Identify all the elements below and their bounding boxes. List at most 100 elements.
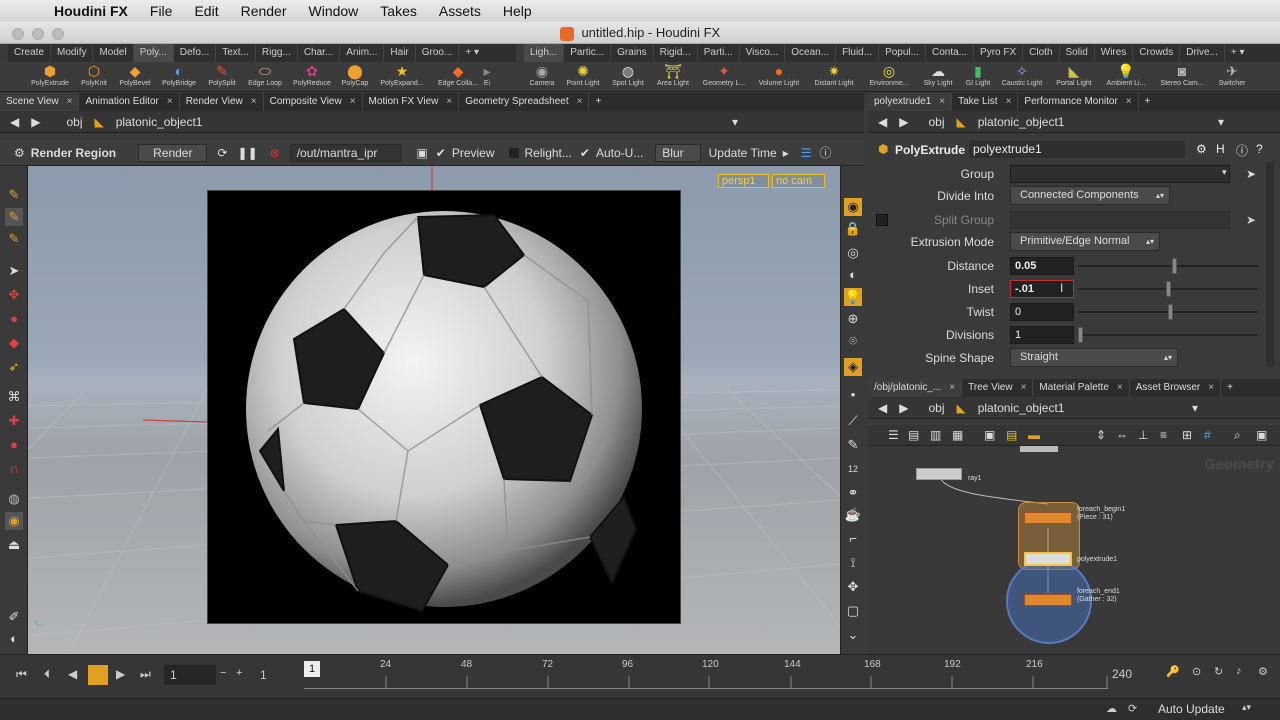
shelf-tab-drive[interactable]: Drive... [1180,44,1225,62]
frame-decrement-button[interactable]: − [220,667,226,679]
node-foreach-end[interactable]: foreach_end1 (Gather : 32) [1024,588,1120,606]
tab-render-view[interactable]: Render View × [180,93,264,111]
shelf-tab-cloth[interactable]: Cloth [1023,44,1060,62]
menu-render[interactable]: Render [241,3,287,19]
select-tool-icon[interactable]: ➤ [5,262,23,280]
tab-take-list[interactable]: Take List × [952,93,1019,111]
divisions-slider[interactable] [1078,327,1258,343]
close-window-button[interactable] [12,28,24,40]
tool-ambient-light[interactable]: 💡 Ambient Li... [1104,62,1148,92]
tool-gi-light[interactable]: ▮ GI Light [956,62,1000,92]
path-dropdown-icon[interactable]: ▾ [732,115,738,129]
auto-update-checkbox[interactable]: ✔ [580,146,590,160]
crop-icon[interactable]: ⟟ [844,554,862,572]
divide-into-menu[interactable]: Connected Components ▴▾ [1010,186,1170,205]
zoom-window-button[interactable] [52,28,64,40]
shelf-tab-hair[interactable]: Hair [384,44,416,62]
shelf-tab-model[interactable]: Model [93,44,134,62]
tool-polybridge[interactable]: ◐ PolyBridge [157,62,201,92]
shelf-tab-fluid[interactable]: Fluid... [836,44,880,62]
help-icon[interactable]: ? [1256,142,1263,156]
back-arrow-icon[interactable]: ◀ [4,115,25,129]
frame-icon[interactable]: ⌐ [844,530,862,548]
inset-slider-knob[interactable] [1166,281,1172,297]
shading-icon[interactable]: ◐ [844,266,862,284]
update-time-label[interactable]: Update Time [709,146,777,160]
scene-viewport[interactable]: persp1 no cam ⦦ [28,166,840,654]
distribute-icon[interactable]: ≡ [1160,428,1167,442]
relight-checkbox[interactable] [508,147,519,158]
path-root[interactable]: obj [922,401,950,415]
path-root[interactable]: obj [60,115,88,129]
close-icon[interactable]: × [1208,382,1214,393]
horizontal-align-icon[interactable]: ⇔ [1116,428,1128,442]
audio-icon[interactable]: ♪ [1236,665,1242,677]
arrow-icon[interactable]: ⟋ [844,412,862,430]
start-frame-field[interactable]: 1 [256,665,300,685]
display-mode-icon[interactable]: ◉ [844,198,862,216]
tree-icon[interactable]: ☰ [888,428,899,442]
output-driver-menu[interactable]: /out/mantra_ipr [289,143,403,162]
back-arrow-icon[interactable]: ◀ [872,115,893,129]
step-back-icon[interactable]: ⏴ [44,667,50,682]
spine-shape-menu[interactable]: Straight ▴▾ [1010,348,1178,367]
tab-performance-monitor[interactable]: Performance Monitor × [1018,93,1139,111]
render-tool-icon[interactable]: ◍ [5,490,23,508]
forward-arrow-icon[interactable]: ▶ [25,115,46,129]
close-icon[interactable]: × [1006,96,1012,107]
scroll-down-icon[interactable]: ⌄ [844,626,862,644]
light-link-icon[interactable]: ◐ [5,630,23,648]
select-arrow-icon[interactable]: ➤ [1246,213,1256,227]
tool-sky-light[interactable]: ☁ Sky Light [916,62,960,92]
close-icon[interactable]: × [1117,382,1123,393]
path-dropdown-icon[interactable]: ▾ [1192,401,1198,415]
node-foreach-begin[interactable]: foreach_begin1 (Piece : 31) [1024,506,1125,524]
menu-file[interactable]: File [150,3,173,19]
close-icon[interactable]: × [446,96,452,107]
tool-volume-light[interactable]: ● Volume Light [757,62,801,92]
tab-asset-browser[interactable]: Asset Browser × [1130,379,1222,397]
pen-icon[interactable]: ✎ [844,436,862,454]
blur-menu[interactable]: Blur [655,143,701,162]
no-cam-menu[interactable]: no cam [772,174,826,188]
shelf-tab-deform[interactable]: Defo... [174,44,217,62]
chevron-updown-icon[interactable]: ▴▾ [1242,702,1251,713]
render-region[interactable] [207,190,681,624]
home-icon[interactable]: ◎ [844,244,862,262]
end-frame-field[interactable]: 240 [1112,667,1132,681]
twist-slider[interactable] [1078,304,1258,320]
zoom-icon[interactable]: ⌕ [1234,428,1241,443]
refresh-icon[interactable]: ⟳ [1128,702,1137,715]
tool-edge[interactable]: ▸ Ei [472,62,502,92]
tool-spot-light[interactable]: ◍ Spot Light [606,62,650,92]
vertical-align-icon[interactable]: ⇕ [1096,428,1106,442]
node-polyextrude[interactable]: polyextrude1 [1024,552,1117,566]
close-icon[interactable]: × [67,96,73,107]
pin-icon[interactable]: ✐ [5,608,23,626]
divisions-field[interactable]: 1 [1010,326,1074,344]
playhead-marker[interactable]: 1 [304,661,320,677]
shelf-tab-poly[interactable]: Poly... [133,44,174,62]
shelf-tab-grains[interactable]: Grains [611,44,654,62]
refresh-icon[interactable]: ⟳ [217,146,227,160]
tool-polysplit[interactable]: ✎ PolySplit [200,62,244,92]
current-frame-field[interactable]: 1 [164,665,216,685]
tab-geometry-spreadsheet[interactable]: Geometry Spreadsheet × [459,93,590,111]
inset-field[interactable]: -.01 [1010,280,1074,298]
lock-icon[interactable]: 🔒 [844,220,862,238]
snapshot-icon[interactable]: ▣ [416,146,427,160]
pan-icon[interactable]: ✥ [844,578,862,596]
shelf-tab-populate[interactable]: Popul... [879,44,926,62]
tab-composite-view[interactable]: Composite View × [264,93,363,111]
menu-edit[interactable]: Edit [194,3,218,19]
camera-view-icon[interactable]: ⏏ [5,536,23,554]
split-group-checkbox[interactable] [876,214,888,226]
tool-polyextrude[interactable]: ⬢ PolyExtrude [28,62,72,92]
pose-tool-icon[interactable]: ➶ [5,358,23,376]
shelf-tab-viscous[interactable]: Visco... [740,44,786,62]
snap-grid-icon[interactable]: ⊞ [1182,428,1192,442]
shelf-tab-oceans[interactable]: Ocean... [785,44,837,62]
list-icon[interactable]: ▤ [908,428,919,442]
path-node[interactable]: platonic_object1 [972,401,1071,415]
shelf-tab-rigging[interactable]: Rigg... [256,44,298,62]
